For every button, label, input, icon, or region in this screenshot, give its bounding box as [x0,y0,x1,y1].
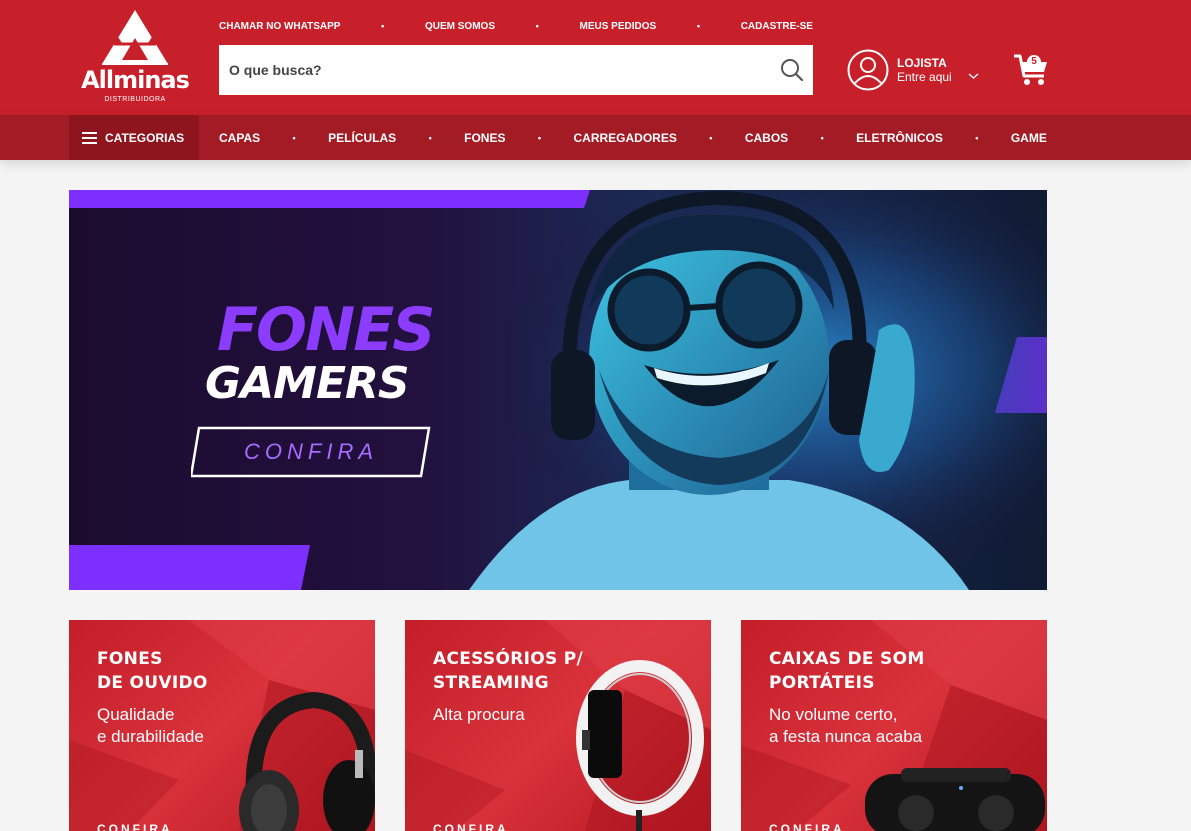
search-icon[interactable] [779,57,805,83]
link-orders[interactable]: MEUS PEDIDOS [580,21,657,32]
brand-logo[interactable]: Allminas DISTRIBUIDORA [78,8,192,108]
logo-triangle-icon [102,10,168,65]
separator-dot: • [292,132,296,143]
separator-dot: • [535,21,539,31]
card-headphones[interactable]: FONES DE OUVIDO Qualidade e durabilidade… [69,620,375,831]
card-description: No volume certo, a festa nunca acaba [769,705,923,746]
separator-dot: • [820,132,824,143]
menu-icon [82,131,97,144]
account-login[interactable]: LOJISTA Entre aqui [847,49,987,91]
nav-item-eletronicos[interactable]: ELETRÔNICOS [856,131,943,145]
separator-dot: • [709,132,713,143]
card-title: CAIXAS DE SOM PORTÁTEIS [769,649,925,693]
separator-dot: • [381,21,385,31]
card-description: Qualidade e durabilidade [97,705,204,746]
headphones-icon [239,691,375,831]
card-title: FONES DE OUVIDO [97,649,208,693]
speaker-icon [865,768,1045,831]
link-whatsapp[interactable]: CHAMAR NO WHATSAPP [219,21,340,32]
search-input[interactable] [229,45,759,95]
brand-tagline: DISTRIBUIDORA [104,96,166,103]
hero-banner[interactable]: FONES GAMERS CONFIRA [69,190,1047,590]
nav-item-capas[interactable]: CAPAS [219,131,260,145]
categories-label: CATEGORIAS [105,130,185,145]
card-cta[interactable]: CONFIRA [433,822,509,831]
nav-item-fones[interactable]: FONES [464,131,505,145]
nav-item-cabos[interactable]: CABOS [745,131,788,145]
categories-button[interactable]: CATEGORIAS [69,115,199,160]
card-streaming[interactable]: ACESSÓRIOS P/ STREAMING Alta procura CON… [405,620,711,831]
account-subtitle: Entre aqui [897,70,952,84]
hero-cta-button[interactable]: CONFIRA [189,426,431,478]
link-signup[interactable]: CADASTRE-SE [741,21,813,32]
card-cta[interactable]: CONFIRA [97,822,173,831]
card-cta[interactable]: CONFIRA [769,822,845,831]
hero-title: FONES [217,295,435,365]
nav-item-peliculas[interactable]: PELÍCULAS [328,131,396,145]
cart-button[interactable]: 5 [1012,52,1050,88]
site-header: Allminas DISTRIBUIDORA CHAMAR NO WHATSAP… [0,0,1191,115]
cart-count-badge: 5 [1027,55,1041,69]
nav-item-game[interactable]: GAME [1011,131,1047,145]
separator-dot: • [696,21,701,31]
brand-name: Allminas [81,66,190,94]
nav-item-carregadores[interactable]: CARREGADORES [573,131,676,145]
nav-links: CAPAS • PELÍCULAS • FONES • CARREGADORES… [219,115,1047,160]
ring-light-icon [576,660,704,831]
separator-dot: • [537,132,542,143]
card-description: Alta procura [433,705,525,724]
top-links: CHAMAR NO WHATSAPP • QUEM SOMOS • MEUS P… [219,19,813,33]
category-nav: CATEGORIAS CAPAS • PELÍCULAS • FONES • C… [0,115,1191,160]
card-speakers[interactable]: CAIXAS DE SOM PORTÁTEIS No volume certo,… [741,620,1047,831]
hero-subtitle: GAMERS [205,358,410,409]
search-box [219,45,813,95]
separator-dot: • [975,132,979,143]
chevron-down-icon [968,73,979,79]
separator-dot: • [428,132,432,143]
card-title: ACESSÓRIOS P/ STREAMING [433,649,584,693]
link-about[interactable]: QUEM SOMOS [425,21,495,32]
account-title: LOJISTA [897,56,947,70]
hero-cta-label: CONFIRA [244,439,378,464]
user-avatar-icon [847,49,889,91]
